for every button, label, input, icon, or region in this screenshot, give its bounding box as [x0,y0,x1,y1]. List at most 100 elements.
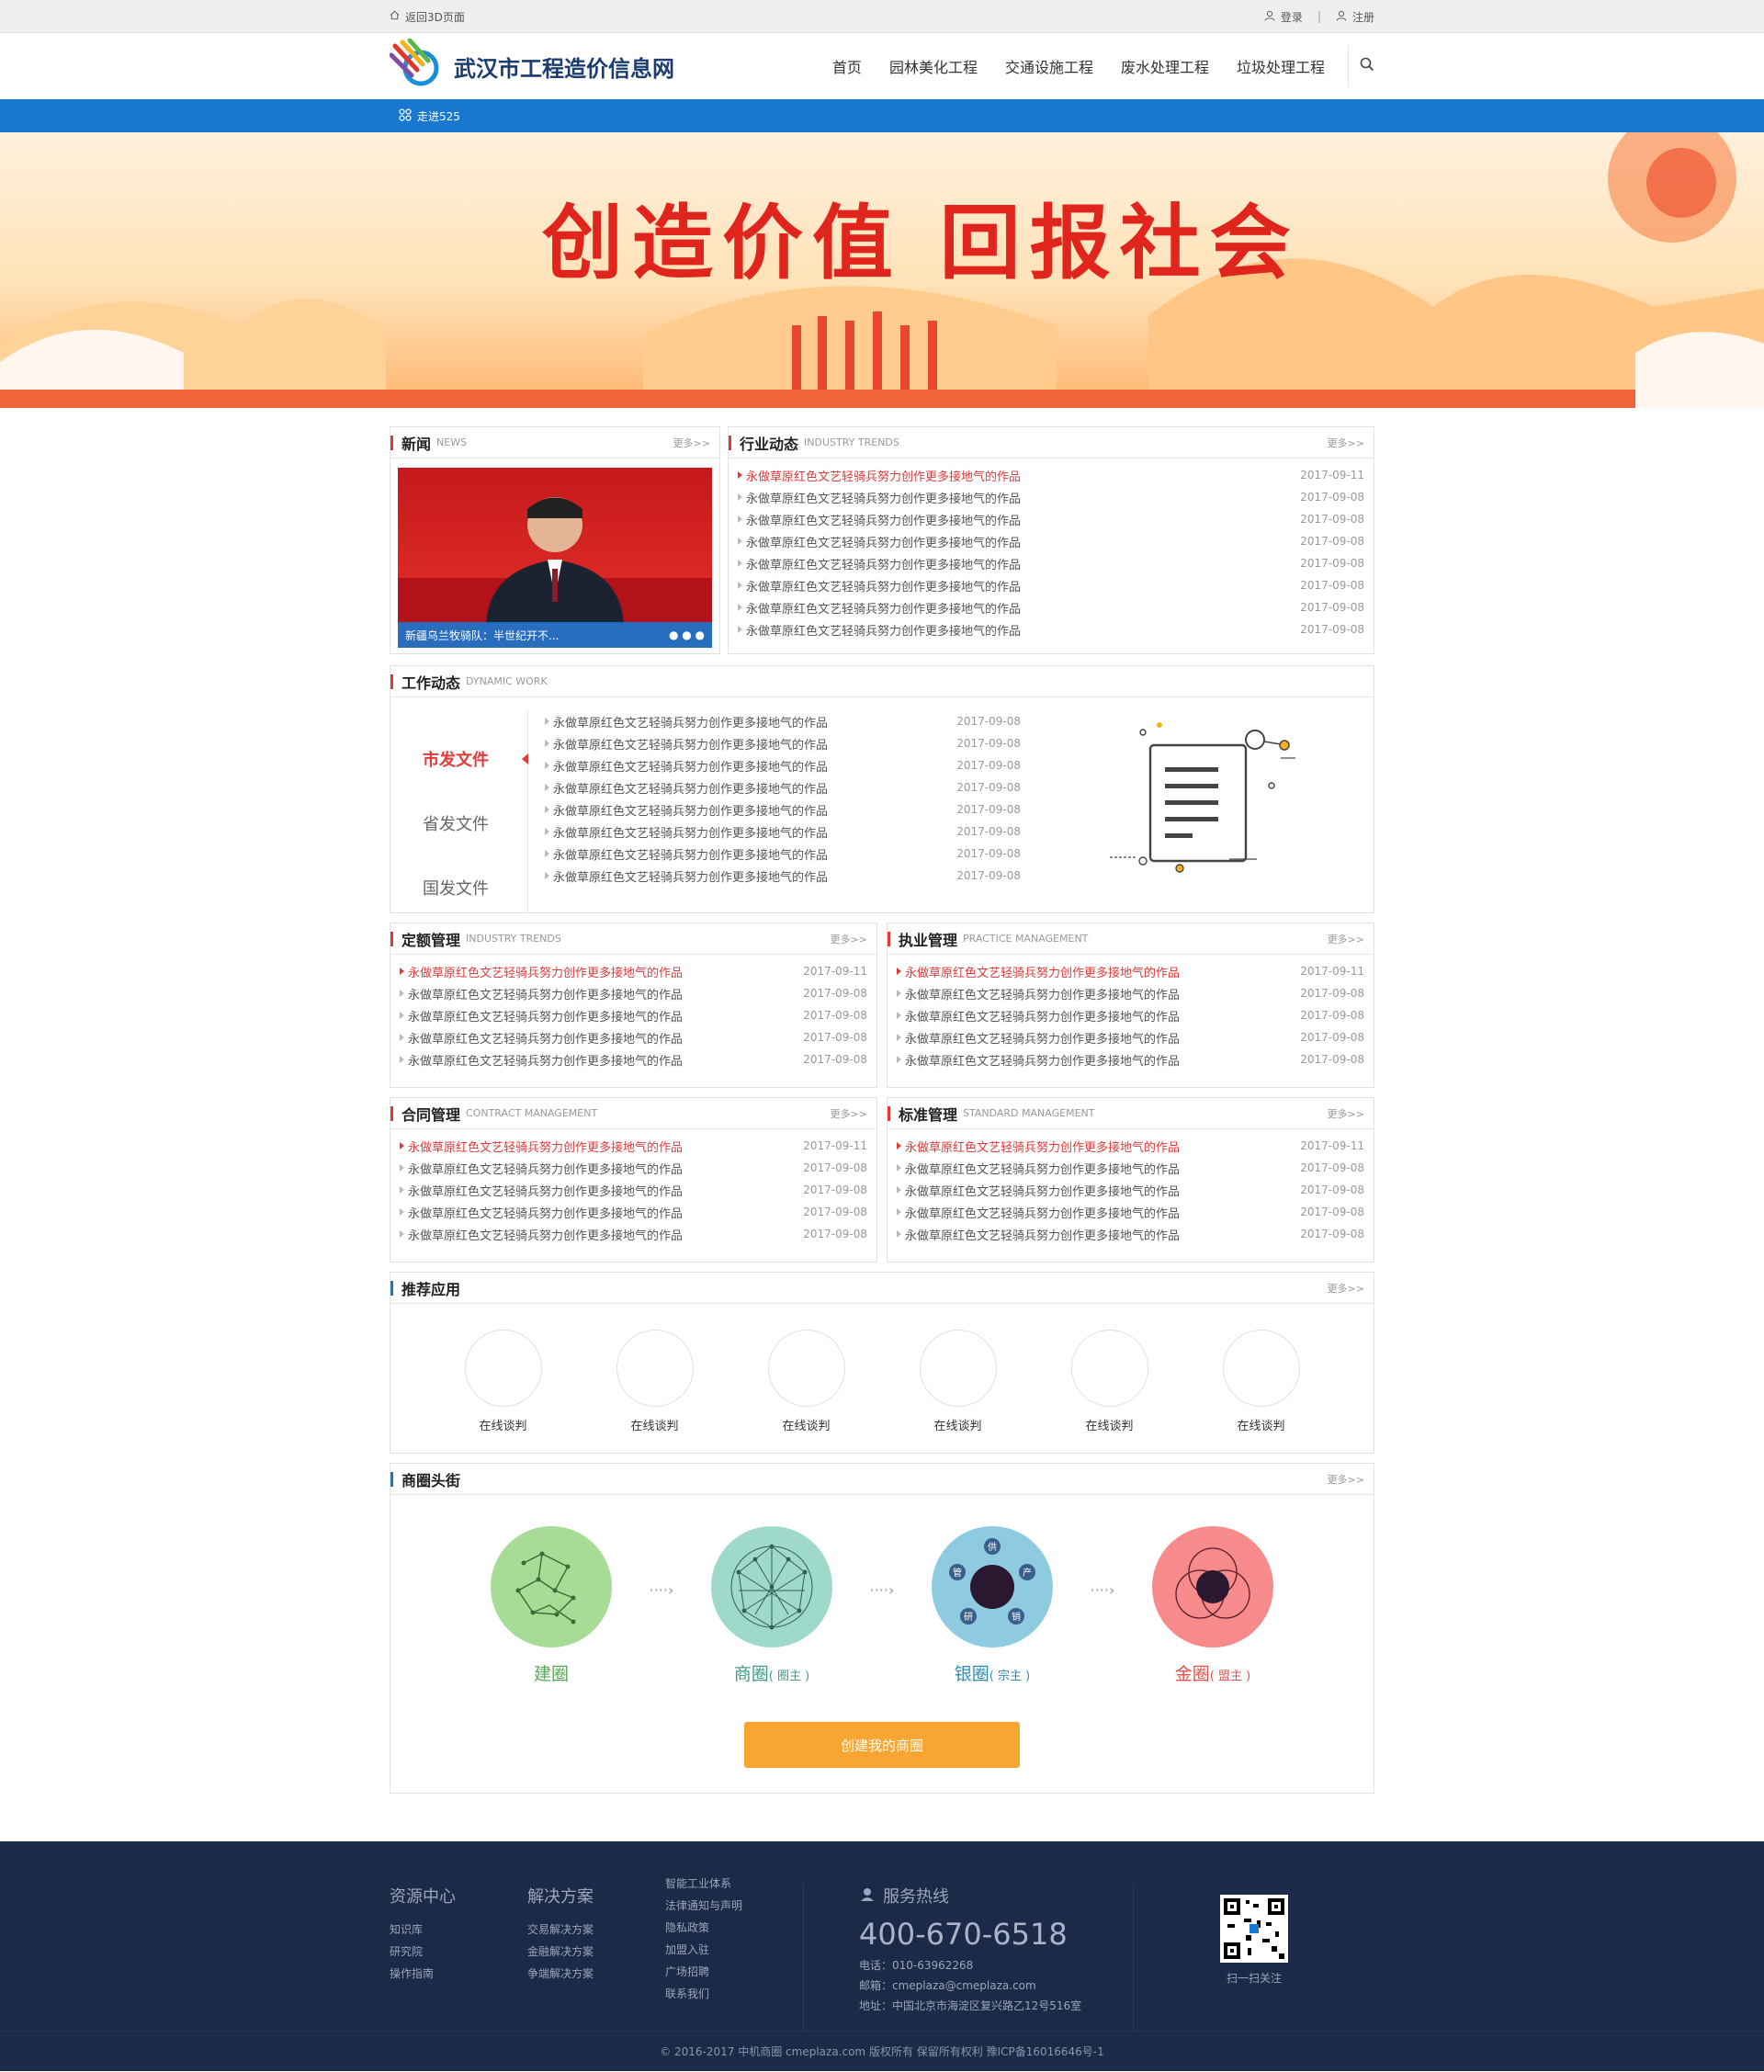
quota-more-link[interactable]: 更多>> [831,932,867,946]
back-3d-label[interactable]: 返回3D页面 [405,9,465,25]
list-item-title[interactable]: 永做草原红色文艺轻骑兵努力创作更多接地气的作品 [897,1182,1180,1199]
list-item[interactable]: 永做草原红色文艺轻骑兵努力创作更多接地气的作品 2017-09-11 [400,1135,867,1157]
list-item[interactable]: 永做草原红色文艺轻骑兵努力创作更多接地气的作品 2017-09-08 [400,1223,867,1245]
app-item[interactable]: 在线谈判 [767,1330,845,1433]
nav-wastewater[interactable]: 废水处理工程 [1107,55,1223,77]
list-item-title[interactable]: 永做草原红色文艺轻骑兵努力创作更多接地气的作品 [897,1051,1180,1069]
footer-link-finance[interactable]: 金融解决方案 [527,1941,665,1963]
tab-province-docs[interactable]: 省发文件 [390,791,527,855]
footer-link-research[interactable]: 研究院 [390,1941,527,1963]
list-item[interactable]: 永做草原红色文艺轻骑兵努力创作更多接地气的作品 2017-09-08 [545,865,1021,887]
practice-more-link[interactable]: 更多>> [1328,932,1364,946]
list-item-title[interactable]: 永做草原红色文艺轻骑兵努力创作更多接地气的作品 [400,1182,683,1199]
footer-link-privacy[interactable]: 隐私政策 [665,1917,803,1939]
list-item[interactable]: 永做草原红色文艺轻骑兵努力创作更多接地气的作品 2017-09-08 [545,754,1021,776]
create-circle-button[interactable]: 创建我的商圈 [744,1722,1020,1768]
list-item[interactable]: 永做草原红色文艺轻骑兵努力创作更多接地气的作品 2017-09-08 [738,530,1364,552]
list-item-title[interactable]: 永做草原红色文艺轻骑兵努力创作更多接地气的作品 [400,985,683,1002]
list-item[interactable]: 永做草原红色文艺轻骑兵努力创作更多接地气的作品 2017-09-08 [738,508,1364,530]
carousel-dots[interactable]: ● ● ● [669,628,705,641]
list-item[interactable]: 永做草原红色文艺轻骑兵努力创作更多接地气的作品 2017-09-08 [738,552,1364,574]
list-item-title[interactable]: 永做草原红色文艺轻骑兵努力创作更多接地气的作品 [545,713,828,730]
list-item[interactable]: 永做草原红色文艺轻骑兵努力创作更多接地气的作品 2017-09-08 [738,486,1364,508]
app-item[interactable]: 在线谈判 [1070,1330,1148,1433]
list-item[interactable]: 永做草原红色文艺轻骑兵努力创作更多接地气的作品 2017-09-08 [545,798,1021,821]
circle-bank[interactable]: 供 产 销 研 管 银圈( 宗主 ) [932,1526,1053,1685]
list-item[interactable]: 永做草原红色文艺轻骑兵努力创作更多接地气的作品 2017-09-08 [897,1048,1364,1070]
list-item-title[interactable]: 永做草原红色文艺轻骑兵努力创作更多接地气的作品 [897,1226,1180,1243]
list-item-title[interactable]: 永做草原红色文艺轻骑兵努力创作更多接地气的作品 [738,467,1021,484]
footer-link-jobs[interactable]: 广场招聘 [665,1961,803,1983]
about-link[interactable]: 走进525 [417,108,460,124]
list-item[interactable]: 永做草原红色文艺轻骑兵努力创作更多接地气的作品 2017-09-08 [545,843,1021,865]
circle-build[interactable]: 建圈 [491,1526,612,1685]
list-item[interactable]: 永做草原红色文艺轻骑兵努力创作更多接地气的作品 2017-09-08 [400,1004,867,1026]
list-item-title[interactable]: 永做草原红色文艺轻骑兵努力创作更多接地气的作品 [738,533,1021,550]
list-item[interactable]: 永做草原红色文艺轻骑兵努力创作更多接地气的作品 2017-09-08 [400,1201,867,1223]
list-item-title[interactable]: 永做草原红色文艺轻骑兵努力创作更多接地气的作品 [897,1160,1180,1177]
list-item-title[interactable]: 永做草原红色文艺轻骑兵努力创作更多接地气的作品 [897,1007,1180,1025]
list-item-title[interactable]: 永做草原红色文艺轻骑兵努力创作更多接地气的作品 [400,1160,683,1177]
nav-garbage[interactable]: 垃圾处理工程 [1223,55,1339,77]
list-item[interactable]: 永做草原红色文艺轻骑兵努力创作更多接地气的作品 2017-09-08 [545,776,1021,798]
news-carousel[interactable]: 新疆乌兰牧骑队：半世纪开不... ● ● ● [398,468,712,648]
list-item-title[interactable]: 永做草原红色文艺轻骑兵努力创作更多接地气的作品 [545,779,828,797]
list-item[interactable]: 永做草原红色文艺轻骑兵努力创作更多接地气的作品 2017-09-11 [897,1135,1364,1157]
list-item-title[interactable]: 永做草原红色文艺轻骑兵努力创作更多接地气的作品 [545,757,828,775]
footer-link-dispute[interactable]: 争端解决方案 [527,1963,665,1985]
list-item-title[interactable]: 永做草原红色文艺轻骑兵努力创作更多接地气的作品 [545,845,828,863]
list-item[interactable]: 永做草原红色文艺轻骑兵努力创作更多接地气的作品 2017-09-11 [897,960,1364,982]
list-item-title[interactable]: 永做草原红色文艺轻骑兵努力创作更多接地气的作品 [738,599,1021,617]
tab-city-docs[interactable]: 市发文件 [390,727,528,791]
list-item-title[interactable]: 永做草原红色文艺轻骑兵努力创作更多接地气的作品 [400,1029,683,1047]
list-item-title[interactable]: 永做草原红色文艺轻骑兵努力创作更多接地气的作品 [738,621,1021,639]
login-link[interactable]: 登录 [1281,9,1303,25]
circles-more-link[interactable]: 更多>> [1328,1472,1364,1487]
list-item[interactable]: 永做草原红色文艺轻骑兵努力创作更多接地气的作品 2017-09-08 [400,982,867,1004]
list-item[interactable]: 永做草原红色文艺轻骑兵努力创作更多接地气的作品 2017-09-08 [897,1026,1364,1048]
list-item[interactable]: 永做草原红色文艺轻骑兵努力创作更多接地气的作品 2017-09-08 [400,1157,867,1179]
list-item[interactable]: 永做草原红色文艺轻骑兵努力创作更多接地气的作品 2017-09-08 [897,1004,1364,1026]
circle-gold[interactable]: 金圈( 盟主 ) [1152,1526,1273,1685]
list-item-title[interactable]: 永做草原红色文艺轻骑兵努力创作更多接地气的作品 [738,555,1021,572]
list-item[interactable]: 永做草原红色文艺轻骑兵努力创作更多接地气的作品 2017-09-11 [400,960,867,982]
list-item[interactable]: 永做草原红色文艺轻骑兵努力创作更多接地气的作品 2017-09-08 [400,1026,867,1048]
list-item-title[interactable]: 永做草原红色文艺轻骑兵努力创作更多接地气的作品 [400,1138,683,1155]
list-item[interactable]: 永做草原红色文艺轻骑兵努力创作更多接地气的作品 2017-09-08 [738,574,1364,596]
list-item-title[interactable]: 永做草原红色文艺轻骑兵努力创作更多接地气的作品 [400,1226,683,1243]
news-more-link[interactable]: 更多>> [673,436,710,450]
list-item[interactable]: 永做草原红色文艺轻骑兵努力创作更多接地气的作品 2017-09-08 [545,821,1021,843]
register-link[interactable]: 注册 [1352,9,1374,25]
list-item-title[interactable]: 永做草原红色文艺轻骑兵努力创作更多接地气的作品 [897,963,1180,980]
search-button[interactable] [1348,46,1374,86]
list-item[interactable]: 永做草原红色文艺轻骑兵努力创作更多接地气的作品 2017-09-08 [545,732,1021,754]
apps-more-link[interactable]: 更多>> [1328,1281,1364,1296]
nav-home[interactable]: 首页 [819,55,876,77]
app-item[interactable]: 在线谈判 [919,1330,997,1433]
nav-traffic[interactable]: 交通设施工程 [991,55,1107,77]
standard-more-link[interactable]: 更多>> [1328,1106,1364,1121]
list-item-title[interactable]: 永做草原红色文艺轻骑兵努力创作更多接地气的作品 [738,489,1021,506]
app-item[interactable]: 在线谈判 [616,1330,694,1433]
carousel-caption[interactable]: 新疆乌兰牧骑队：半世纪开不... [405,628,559,643]
back-3d-link[interactable]: 返回3D页面 [390,9,465,25]
list-item-title[interactable]: 永做草原红色文艺轻骑兵努力创作更多接地气的作品 [897,1204,1180,1221]
footer-link-legal[interactable]: 法律通知与声明 [665,1895,803,1917]
list-item[interactable]: 永做草原红色文艺轻骑兵努力创作更多接地气的作品 2017-09-11 [738,464,1364,486]
nav-landscape[interactable]: 园林美化工程 [876,55,991,77]
list-item[interactable]: 永做草原红色文艺轻骑兵努力创作更多接地气的作品 2017-09-08 [545,710,1021,732]
industry-more-link[interactable]: 更多>> [1328,436,1364,450]
footer-link-trade[interactable]: 交易解决方案 [527,1919,665,1941]
list-item[interactable]: 永做草原红色文艺轻骑兵努力创作更多接地气的作品 2017-09-08 [738,618,1364,640]
footer-link-contact[interactable]: 联系我们 [665,1983,803,2005]
list-item-title[interactable]: 永做草原红色文艺轻骑兵努力创作更多接地气的作品 [897,1029,1180,1047]
list-item-title[interactable]: 永做草原红色文艺轻骑兵努力创作更多接地气的作品 [400,1051,683,1069]
footer-link-guide[interactable]: 操作指南 [390,1963,527,1985]
tab-national-docs[interactable]: 国发文件 [390,855,527,920]
list-item[interactable]: 永做草原红色文艺轻骑兵努力创作更多接地气的作品 2017-09-08 [897,1157,1364,1179]
footer-link-join[interactable]: 加盟入驻 [665,1939,803,1961]
contract-more-link[interactable]: 更多>> [831,1106,867,1121]
list-item[interactable]: 永做草原红色文艺轻骑兵努力创作更多接地气的作品 2017-09-08 [897,1179,1364,1201]
list-item-title[interactable]: 永做草原红色文艺轻骑兵努力创作更多接地气的作品 [545,801,828,819]
list-item[interactable]: 永做草原红色文艺轻骑兵努力创作更多接地气的作品 2017-09-08 [400,1048,867,1070]
